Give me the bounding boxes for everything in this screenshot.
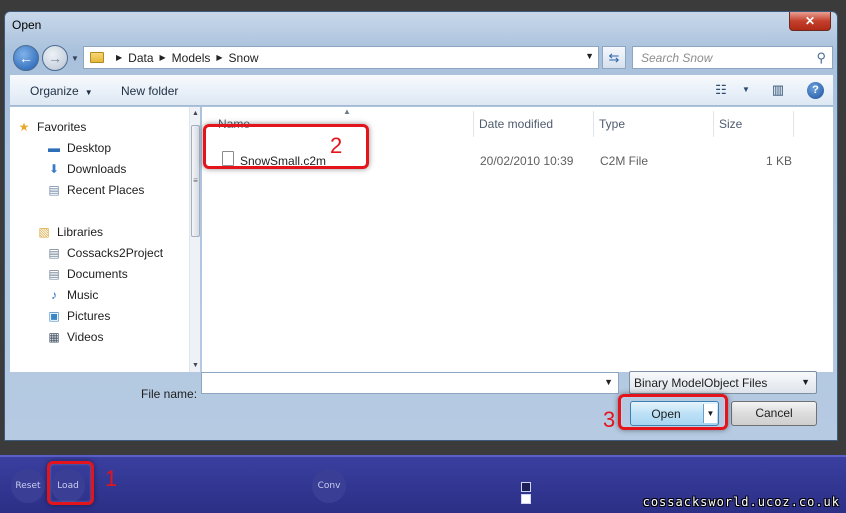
library-folder-icon: ▤ <box>48 246 60 260</box>
small-checkbox[interactable] <box>521 482 531 492</box>
column-header-date[interactable]: Date modified <box>479 117 553 131</box>
search-icon: ⚲ <box>816 50 826 65</box>
videos-icon: ▦ <box>48 330 60 344</box>
nav-label: Libraries <box>57 225 104 239</box>
chevron-down-icon: ▼ <box>801 377 810 387</box>
column-divider[interactable] <box>713 111 714 137</box>
pictures-icon: ▣ <box>48 309 60 323</box>
back-arrow-icon: ← <box>19 50 33 66</box>
chevron-right-icon[interactable]: ▶ <box>160 53 166 62</box>
file-date: 20/02/2010 10:39 <box>480 154 574 168</box>
callout-load <box>47 461 94 505</box>
refresh-icon: ⇆ <box>608 50 620 65</box>
nav-item-recent-places[interactable]: ▤ Recent Places <box>46 180 144 200</box>
nav-item-desktop[interactable]: ▬ Desktop <box>46 138 111 158</box>
nav-item-documents[interactable]: ▤ Documents <box>46 264 128 284</box>
column-header-type[interactable]: Type <box>599 117 625 131</box>
recent-locations-dropdown[interactable]: ▼ <box>71 54 79 63</box>
refresh-button[interactable]: ⇆ <box>602 46 626 69</box>
nav-label: Pictures <box>67 309 111 323</box>
organize-label: Organize <box>30 84 79 98</box>
organize-button[interactable]: Organize ▼ <box>30 84 93 98</box>
downloads-icon: ⬇ <box>48 162 60 176</box>
nav-item-libraries[interactable]: ▧ Libraries <box>36 222 103 242</box>
callout-open <box>618 394 728 430</box>
app-toolbar: Reset Load Conv cossacksworld.ucoz.co.uk <box>0 455 846 513</box>
nav-item-videos[interactable]: ▦ Videos <box>46 327 103 347</box>
conv-button[interactable]: Conv <box>312 469 346 503</box>
nav-label: Music <box>67 288 99 302</box>
chevron-down-icon: ▼ <box>84 88 93 97</box>
step-number-1: 1 <box>105 466 118 491</box>
view-options-icon[interactable]: ☷ <box>711 81 731 99</box>
nav-item-downloads[interactable]: ⬇ Downloads <box>46 159 126 179</box>
nav-item-favorites[interactable]: ★ Favorites <box>16 117 87 137</box>
column-header-size[interactable]: Size <box>719 117 742 131</box>
file-name-input[interactable]: ▼ <box>201 372 619 394</box>
nav-label: Recent Places <box>67 183 145 197</box>
nav-label: Downloads <box>67 162 127 176</box>
back-button[interactable]: ← <box>13 45 39 71</box>
small-checkbox[interactable] <box>521 494 531 504</box>
nav-label: Desktop <box>67 141 112 155</box>
libraries-icon: ▧ <box>38 225 50 239</box>
scroll-thumb[interactable]: ≡ <box>191 125 200 237</box>
nav-item-pictures[interactable]: ▣ Pictures <box>46 306 110 326</box>
breadcrumb-snow[interactable]: Snow <box>229 51 259 65</box>
nav-label: Documents <box>67 267 128 281</box>
forward-arrow-icon: → <box>48 50 62 66</box>
step-number-2: 2 <box>330 133 343 158</box>
chevron-right-icon[interactable]: ▶ <box>116 53 122 62</box>
help-icon[interactable]: ? <box>807 82 824 99</box>
nav-label: Favorites <box>37 120 87 134</box>
folder-icon <box>90 52 104 63</box>
search-placeholder: Search Snow <box>641 51 713 65</box>
documents-icon: ▤ <box>48 267 60 281</box>
command-toolbar: Organize ▼ New folder ☷ ▼ ▥ ? <box>10 75 833 106</box>
nav-scrollbar[interactable]: ▲ ≡ ▼ <box>189 107 200 372</box>
nav-label: Cossacks2Project <box>67 246 164 260</box>
nav-label: Videos <box>67 330 104 344</box>
star-icon: ★ <box>18 120 30 134</box>
reset-button[interactable]: Reset <box>11 469 45 503</box>
close-button[interactable]: ✕ <box>789 12 831 31</box>
step-number-3: 3 <box>603 407 616 432</box>
scroll-down-icon[interactable]: ▼ <box>192 362 199 369</box>
file-size: 1 KB <box>766 154 793 168</box>
file-type: C2M File <box>600 154 649 168</box>
breadcrumb-models[interactable]: Models <box>172 51 211 65</box>
new-folder-button[interactable]: New folder <box>121 84 178 98</box>
file-name-label: File name: <box>141 387 198 401</box>
cancel-button[interactable]: Cancel <box>731 401 817 426</box>
watermark: cossacksworld.ucoz.co.uk <box>642 495 840 509</box>
sort-ascending-icon: ▲ <box>343 107 351 116</box>
file-type-select[interactable]: Binary ModelObject Files ▼ <box>629 371 817 394</box>
chevron-right-icon[interactable]: ▶ <box>216 53 222 62</box>
column-divider[interactable] <box>793 111 794 137</box>
desktop-icon: ▬ <box>48 141 60 155</box>
column-divider[interactable] <box>473 111 474 137</box>
nav-item-music[interactable]: ♪ Music <box>46 285 98 305</box>
nav-item-cossacks2project[interactable]: ▤ Cossacks2Project <box>46 243 163 263</box>
recent-places-icon: ▤ <box>48 183 60 197</box>
preview-pane-icon[interactable]: ▥ <box>768 81 788 99</box>
view-dropdown-icon[interactable]: ▼ <box>736 81 756 99</box>
forward-button[interactable]: → <box>42 45 68 71</box>
address-bar[interactable]: ▶ Data ▶ Models ▶ Snow ▼ <box>83 46 599 69</box>
dialog-title: Open <box>12 18 42 32</box>
column-divider[interactable] <box>593 111 594 137</box>
search-input[interactable]: Search Snow ⚲ <box>632 46 833 69</box>
music-icon: ♪ <box>51 288 57 302</box>
chevron-down-icon[interactable]: ▼ <box>604 377 613 387</box>
file-type-value: Binary ModelObject Files <box>634 376 768 390</box>
open-dialog: Open ✕ ← → ▼ ▶ Data ▶ Models ▶ Snow ▼ ⇆ … <box>4 11 838 441</box>
callout-file <box>203 124 369 169</box>
scroll-up-icon[interactable]: ▲ <box>192 110 199 117</box>
address-dropdown-icon[interactable]: ▼ <box>585 51 594 61</box>
breadcrumb-data[interactable]: Data <box>128 51 153 65</box>
navigation-pane: ★ Favorites ▬ Desktop ⬇ Downloads ▤ Rece… <box>10 107 200 372</box>
